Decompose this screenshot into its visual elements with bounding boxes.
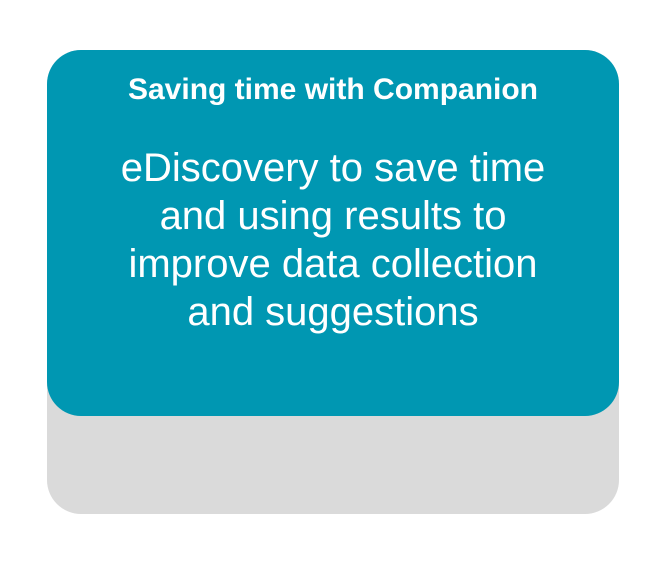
card-body-line-1: eDiscovery to save time: [120, 146, 546, 190]
card-body-line-4: and suggestions: [187, 290, 479, 334]
card-body-line-2: and using results to: [159, 194, 507, 238]
card-title: Saving time with Companion: [127, 73, 539, 106]
card-body-line-3: improve data collection: [128, 242, 538, 286]
card-body: eDiscovery to save time and using result…: [77, 144, 589, 336]
info-card: Saving time with Companion eDiscovery to…: [47, 50, 619, 416]
